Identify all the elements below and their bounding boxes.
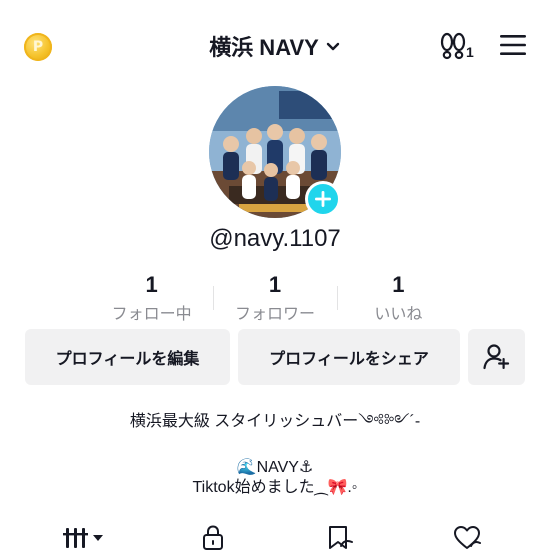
- liked-icon: [454, 526, 481, 549]
- tab-private[interactable]: [198, 524, 228, 550]
- chevron-down-icon: [326, 42, 339, 51]
- hamburger-menu-icon[interactable]: [500, 34, 526, 56]
- bio-line: 🌊NAVY⚓: [236, 459, 314, 476]
- top-bar: P 横浜 NAVY 1: [0, 0, 550, 90]
- username: @navy.1107: [209, 225, 341, 252]
- account-switcher[interactable]: 横浜 NAVY: [209, 30, 341, 62]
- profile-stats: 1 フォロー中 1 フォロワー 1 いいね: [90, 272, 460, 323]
- stat-followers-label: フォロワー: [234, 306, 315, 323]
- bio-line: 横浜最大級 スタイリッシュバー༺༻´-: [129, 413, 421, 430]
- bio-line: Tiktok始めました⁔🎀.◦: [192, 479, 358, 496]
- stat-likes-count: 1: [392, 272, 405, 297]
- bio-block: 🌊NAVY⚓ Tiktok始めました⁔🎀.◦: [0, 458, 550, 498]
- footprint-count: 1: [466, 44, 474, 60]
- plus-icon: [315, 191, 331, 207]
- stat-divider: [213, 286, 214, 310]
- content-tabs: [0, 518, 550, 550]
- videos-grid-icon: [63, 528, 103, 548]
- tab-videos[interactable]: [62, 524, 110, 550]
- edit-profile-button[interactable]: プロフィールを編集: [25, 329, 230, 385]
- stat-followers-count: 1: [268, 272, 282, 297]
- stat-followers[interactable]: 1 フォロワー: [213, 272, 336, 323]
- stat-following-label: フォロー中: [111, 306, 192, 323]
- stat-following[interactable]: 1 フォロー中: [90, 272, 213, 323]
- add-profile-photo-button[interactable]: [305, 181, 341, 217]
- stat-divider: [337, 286, 338, 310]
- account-title: 横浜 NAVY: [209, 35, 319, 60]
- stat-likes[interactable]: 1 いいね: [337, 272, 460, 323]
- footprint-icon[interactable]: 1: [438, 30, 478, 62]
- saved-icon: [329, 526, 353, 549]
- stat-likes-label: いいね: [374, 306, 423, 323]
- share-profile-button[interactable]: プロフィールをシェア: [238, 329, 460, 385]
- lock-icon: [203, 525, 223, 550]
- stat-following-count: 1: [145, 272, 158, 297]
- add-person-icon: [482, 344, 509, 370]
- tab-liked[interactable]: [452, 524, 482, 550]
- add-friend-button[interactable]: [468, 329, 525, 385]
- tab-saved[interactable]: [324, 524, 354, 550]
